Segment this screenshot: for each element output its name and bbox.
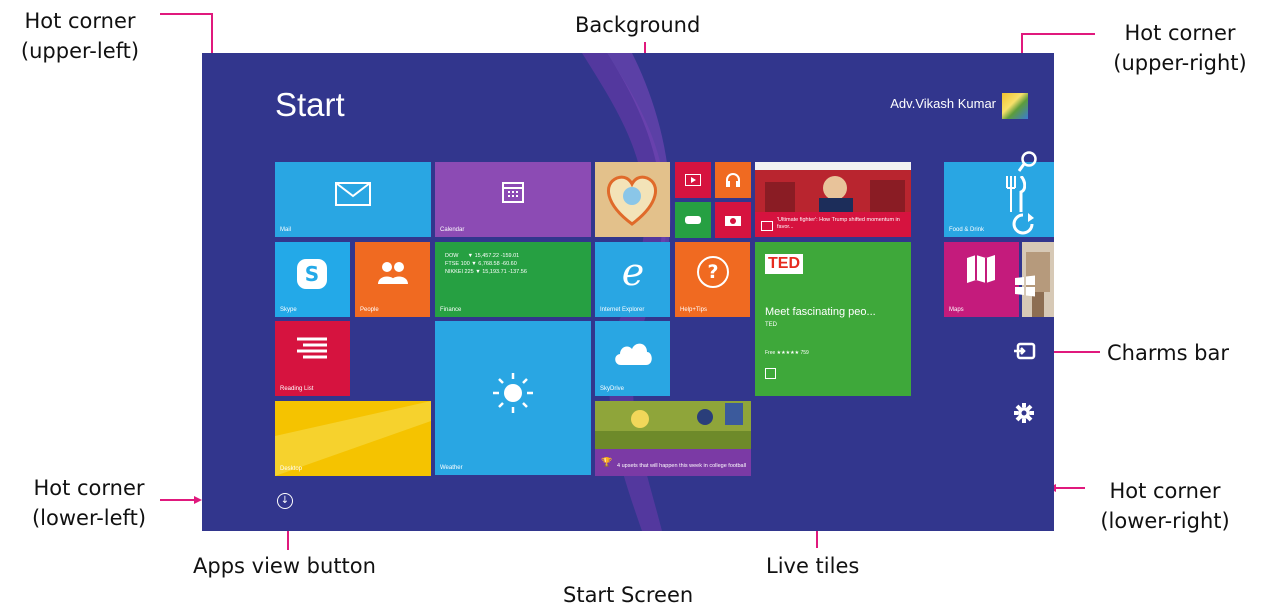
- annot-hot-lower-left: Hot corner (lower-left): [14, 473, 164, 533]
- camera-icon: [725, 216, 741, 226]
- tile-food-label: Food & Drink: [949, 227, 985, 233]
- tile-calendar[interactable]: Calendar: [435, 162, 591, 237]
- annot-hot-lower-right-line2: (lower-right): [1100, 509, 1230, 533]
- trophy-icon: 🏆: [601, 458, 613, 468]
- annot-hot-lower-right: Hot corner (lower-right): [1090, 476, 1240, 536]
- tile-sports[interactable]: 🏆 4 upsets that will happen this week in…: [595, 401, 751, 476]
- annot-hot-upper-right: Hot corner (upper-right): [1105, 18, 1255, 78]
- ie-icon: e: [621, 250, 645, 294]
- tile-ted-price: Free ★★★★★ 759: [765, 350, 809, 356]
- calendar-icon: [502, 182, 524, 203]
- start-title: Start: [275, 86, 345, 123]
- tile-mail-label: Mail: [280, 227, 292, 233]
- devices-charm-icon[interactable]: [1014, 341, 1036, 361]
- sports-photo: [595, 401, 751, 449]
- skype-icon: S: [297, 259, 327, 289]
- tile-reading-list[interactable]: Reading List: [275, 321, 350, 396]
- mail-icon: [335, 182, 371, 206]
- tile-skydrive[interactable]: SkyDrive: [595, 321, 670, 396]
- fork-knife-icon: [1006, 176, 1026, 212]
- annot-background: Background: [575, 13, 701, 37]
- tile-photos[interactable]: [595, 162, 670, 237]
- tile-desktop-label: Desktop: [280, 466, 303, 472]
- store-icon: [765, 368, 776, 379]
- tile-skype-label: Skype: [280, 307, 297, 313]
- user-name[interactable]: Adv.Vikash Kumar: [890, 96, 996, 111]
- settings-gear-icon[interactable]: [1014, 403, 1034, 423]
- annot-hot-lower-right-line1: Hot corner: [1109, 479, 1221, 503]
- heart-photo-icon: [595, 162, 670, 237]
- tile-ted-sub: TED: [765, 322, 777, 328]
- tile-internet-explorer[interactable]: e Internet Explorer: [595, 242, 670, 317]
- annot-apps-view-button: Apps view button: [193, 554, 376, 578]
- sun-icon: [493, 373, 533, 413]
- tile-maps-label: Maps: [949, 307, 964, 313]
- map-icon: [967, 255, 995, 283]
- tile-ie-label: Internet Explorer: [600, 307, 645, 313]
- video-icon: [685, 174, 701, 186]
- tile-help-tips[interactable]: ? Help+Tips: [675, 242, 750, 317]
- start-screen[interactable]: Start Adv.Vikash Kumar Mail Calendar 'Ul…: [202, 53, 1054, 531]
- tile-news-caption: 'Ultimate fighter': How Trump shifted mo…: [777, 217, 900, 230]
- tile-skype[interactable]: S Skype: [275, 242, 350, 317]
- tile-finance[interactable]: DOW ▼ 15,457.22 -159.01 FTSE 100 ▼ 6,768…: [435, 242, 591, 317]
- news-photo: [755, 162, 911, 212]
- tile-ted-title: Meet fascinating peo...: [765, 306, 876, 318]
- tile-video[interactable]: [675, 162, 711, 198]
- tile-weather-label: Weather: [440, 465, 463, 471]
- share-charm-icon[interactable]: [1012, 213, 1034, 235]
- annot-caption: Start Screen: [563, 583, 694, 607]
- annot-live-tiles: Live tiles: [766, 554, 860, 578]
- annot-hot-lower-left-line2: (lower-left): [31, 506, 147, 530]
- headphones-icon: [726, 173, 740, 187]
- desktop-wallpaper: [275, 401, 431, 476]
- gamepad-icon: [685, 216, 701, 224]
- annot-hot-upper-left: Hot corner (upper-left): [10, 6, 150, 66]
- people-icon: [378, 262, 408, 284]
- tile-desktop[interactable]: Desktop: [275, 401, 431, 476]
- annot-hot-upper-right-line2: (upper-right): [1113, 51, 1247, 75]
- tile-people-label: People: [360, 307, 379, 313]
- tile-maps[interactable]: Maps: [944, 242, 1019, 317]
- tile-ted[interactable]: TED Meet fascinating peo... TED Free ★★★…: [755, 242, 911, 396]
- tile-music[interactable]: [715, 162, 751, 198]
- arrow-down-icon: ↓: [280, 495, 290, 506]
- annot-charms-bar: Charms bar: [1107, 341, 1230, 365]
- annot-hot-upper-left-line2: (upper-left): [20, 39, 140, 63]
- tile-mail[interactable]: Mail: [275, 162, 431, 237]
- tile-calendar-label: Calendar: [440, 227, 465, 233]
- search-charm-icon[interactable]: [1018, 151, 1038, 173]
- tile-food-drink[interactable]: Food & Drink: [944, 162, 1054, 237]
- tile-camera[interactable]: [715, 202, 751, 238]
- annot-hot-upper-right-line1: Hot corner: [1124, 21, 1236, 45]
- reading-list-icon: [297, 337, 327, 359]
- cloud-icon: [615, 343, 652, 365]
- tile-help-label: Help+Tips: [680, 307, 707, 313]
- annot-hot-upper-left-line1: Hot corner: [24, 9, 136, 33]
- finance-quotes: DOW ▼ 15,457.22 -159.01 FTSE 100 ▼ 6,768…: [445, 253, 527, 275]
- tile-sports-caption: 4 upsets that will happen this week in c…: [617, 463, 747, 469]
- news-caption-icon: [761, 221, 773, 231]
- tile-skydrive-label: SkyDrive: [600, 386, 625, 392]
- annot-hot-lower-left-line1: Hot corner: [33, 476, 145, 500]
- tile-weather[interactable]: Weather: [435, 321, 591, 475]
- user-avatar[interactable]: [1002, 93, 1028, 119]
- apps-view-button[interactable]: ↓: [277, 493, 293, 509]
- tile-reading-label: Reading List: [280, 386, 314, 392]
- question-icon: ?: [697, 256, 729, 288]
- tile-games[interactable]: [675, 202, 711, 238]
- ted-logo: TED: [765, 254, 803, 274]
- tile-news-live[interactable]: 'Ultimate fighter': How Trump shifted mo…: [755, 162, 911, 237]
- tile-people[interactable]: People: [355, 242, 430, 317]
- tile-finance-label: Finance: [440, 307, 462, 313]
- windows-start-charm-icon[interactable]: [1014, 275, 1036, 297]
